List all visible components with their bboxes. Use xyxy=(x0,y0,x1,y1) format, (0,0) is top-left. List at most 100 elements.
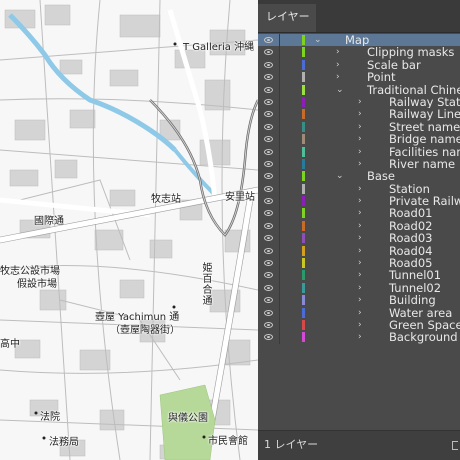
layer-row[interactable]: › Road01 xyxy=(258,207,460,220)
label-asato-station: 安里站 xyxy=(225,192,255,203)
layer-name: Base xyxy=(367,170,396,183)
chevron-right-icon[interactable]: › xyxy=(358,158,362,170)
chevron-right-icon[interactable]: › xyxy=(336,46,340,58)
layer-row[interactable]: › Road04 xyxy=(258,244,460,258)
visibility-eye-icon[interactable] xyxy=(264,136,273,143)
visibility-eye-icon[interactable] xyxy=(264,272,273,279)
visibility-eye-icon[interactable] xyxy=(264,61,273,68)
layer-name: Point xyxy=(367,71,396,84)
chevron-right-icon[interactable]: › xyxy=(358,133,362,145)
layer-row[interactable]: › Building xyxy=(258,294,460,307)
chevron-right-icon[interactable]: › xyxy=(358,207,362,219)
layer-row[interactable]: › Scale bar xyxy=(258,58,460,72)
visibility-eye-icon[interactable] xyxy=(264,284,273,291)
chevron-right-icon[interactable]: › xyxy=(358,307,362,319)
column-divider xyxy=(279,71,280,84)
layer-row[interactable]: › Private Railway xyxy=(258,195,460,208)
column-divider xyxy=(279,195,280,208)
visibility-eye-icon[interactable] xyxy=(264,297,273,304)
label-himeyuri-dori: 姫百合通 xyxy=(200,262,211,306)
visibility-eye-icon[interactable] xyxy=(264,260,273,267)
layer-row[interactable]: ⌄ Base xyxy=(258,170,460,183)
visibility-eye-icon[interactable] xyxy=(264,222,273,229)
chevron-right-icon[interactable]: › xyxy=(336,59,340,71)
column-divider xyxy=(279,157,280,171)
column-divider xyxy=(279,306,280,319)
panel-menu-icon[interactable] xyxy=(452,441,458,450)
layer-row[interactable]: › Background xyxy=(258,331,460,344)
layer-name: Bridge name xyxy=(389,133,460,146)
visibility-eye-icon[interactable] xyxy=(264,185,273,192)
visibility-eye-icon[interactable] xyxy=(264,309,273,316)
visibility-eye-icon[interactable] xyxy=(264,74,273,81)
layer-row[interactable]: › Green Space xyxy=(258,318,460,332)
layer-row[interactable]: › Road03 xyxy=(258,232,460,245)
layer-list: ⌄ Map › Clipping masks › Scale bar › Point ⌄ Trad… xyxy=(258,34,460,344)
layer-row[interactable]: › Facilities name xyxy=(258,145,460,158)
chevron-right-icon[interactable]: › xyxy=(358,319,362,331)
layer-row[interactable]: ⌄ Traditional Chinese xyxy=(258,83,460,96)
layer-row[interactable]: › River name xyxy=(258,157,460,171)
layer-row[interactable]: › Tunnel01 xyxy=(258,269,460,282)
chevron-right-icon[interactable]: › xyxy=(358,331,362,343)
visibility-eye-icon[interactable] xyxy=(264,321,273,328)
layer-color-swatch xyxy=(302,245,305,256)
chevron-right-icon[interactable]: › xyxy=(358,146,362,158)
chevron-right-icon[interactable]: › xyxy=(358,294,362,306)
label-makishi-station: 牧志站 xyxy=(151,194,181,205)
visibility-eye-icon[interactable] xyxy=(264,198,273,205)
chevron-right-icon[interactable]: › xyxy=(358,257,362,269)
layer-name: Building xyxy=(389,294,436,307)
visibility-eye-icon[interactable] xyxy=(264,148,273,155)
chevron-down-icon[interactable]: ⌄ xyxy=(314,34,322,46)
chevron-right-icon[interactable]: › xyxy=(358,183,362,195)
panel-tab-bar: レイヤー xyxy=(258,0,460,33)
tab-layers[interactable]: レイヤー xyxy=(258,4,316,32)
layer-name: Green Space xyxy=(389,318,460,332)
chevron-right-icon[interactable]: › xyxy=(358,121,362,133)
layer-row[interactable]: › Street name xyxy=(258,120,460,134)
layer-row[interactable]: › Clipping masks xyxy=(258,46,460,59)
chevron-right-icon[interactable]: › xyxy=(358,269,362,281)
layer-row[interactable]: › Road05 xyxy=(258,257,460,270)
visibility-eye-icon[interactable] xyxy=(264,37,273,43)
visibility-eye-icon[interactable] xyxy=(264,123,273,130)
visibility-eye-icon[interactable] xyxy=(264,210,273,217)
chevron-right-icon[interactable]: › xyxy=(358,245,362,257)
layer-row[interactable]: › Railway Line xyxy=(258,108,460,121)
chevron-right-icon[interactable]: › xyxy=(358,232,362,244)
visibility-eye-icon[interactable] xyxy=(264,98,273,105)
column-divider xyxy=(279,331,280,344)
layer-name: Road04 xyxy=(389,244,433,258)
layer-name: Water area xyxy=(389,306,453,319)
visibility-eye-icon[interactable] xyxy=(264,111,273,118)
map-canvas[interactable]: T Galleria 沖縄 牧志站 安里站 國際通 牧志公設市場 假設市場 壺屋… xyxy=(0,0,258,460)
visibility-eye-icon[interactable] xyxy=(264,160,273,167)
chevron-right-icon[interactable]: › xyxy=(358,195,362,207)
layer-row[interactable]: ⌄ Map xyxy=(258,34,460,47)
layer-row[interactable]: › Tunnel02 xyxy=(258,281,460,295)
chevron-right-icon[interactable]: › xyxy=(358,108,362,120)
chevron-right-icon[interactable]: › xyxy=(336,71,340,83)
column-divider xyxy=(279,219,280,233)
visibility-eye-icon[interactable] xyxy=(264,235,273,242)
chevron-down-icon[interactable]: ⌄ xyxy=(336,170,344,182)
layer-row[interactable]: › Road02 xyxy=(258,219,460,233)
chevron-right-icon[interactable]: › xyxy=(358,220,362,232)
layer-name: Facilities name xyxy=(389,145,460,158)
layer-row[interactable]: › Station xyxy=(258,182,460,196)
visibility-eye-icon[interactable] xyxy=(264,247,273,254)
chevron-right-icon[interactable]: › xyxy=(358,96,362,108)
layer-name: Tunnel01 xyxy=(389,269,442,282)
visibility-eye-icon[interactable] xyxy=(264,86,273,93)
layer-row[interactable]: › Point xyxy=(258,71,460,84)
layer-row[interactable]: › Railway Station xyxy=(258,95,460,109)
chevron-down-icon[interactable]: ⌄ xyxy=(336,84,344,96)
visibility-eye-icon[interactable] xyxy=(264,173,273,180)
visibility-eye-icon[interactable] xyxy=(264,49,273,56)
visibility-eye-icon[interactable] xyxy=(264,334,273,341)
layer-row[interactable]: › Bridge name xyxy=(258,133,460,146)
chevron-right-icon[interactable]: › xyxy=(358,282,362,294)
layer-row[interactable]: › Water area xyxy=(258,306,460,319)
column-divider xyxy=(279,182,280,196)
